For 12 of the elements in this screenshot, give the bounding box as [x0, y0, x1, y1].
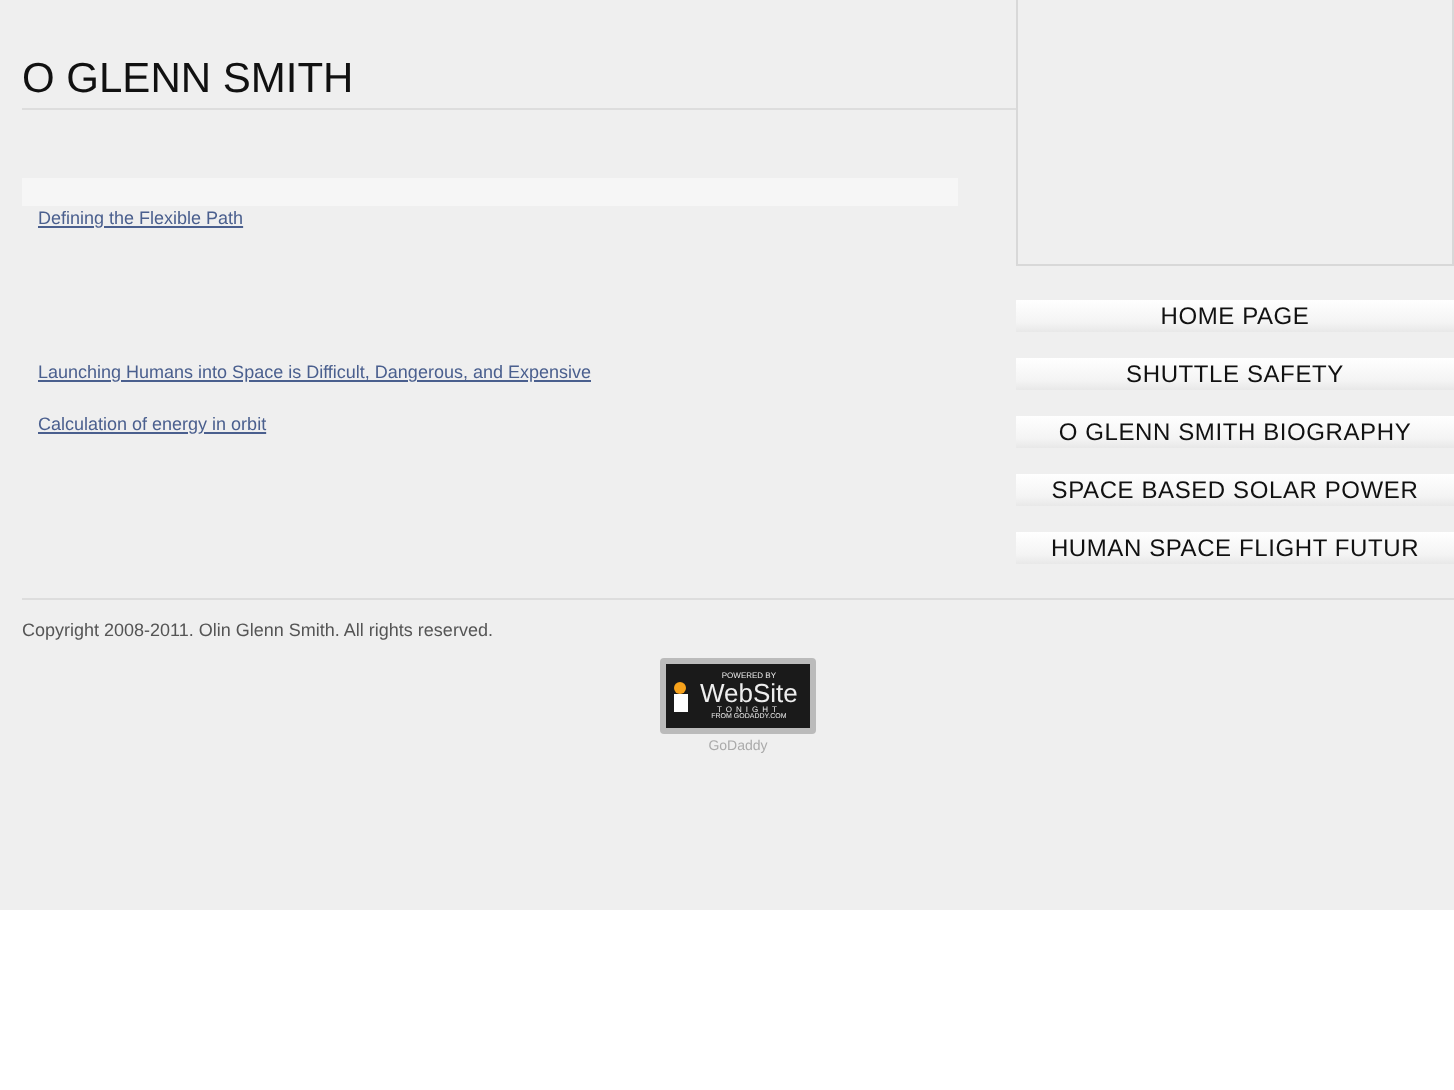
nav-button[interactable]: HUMAN SPACE FLIGHT FUTUR [1016, 532, 1454, 564]
article-link[interactable]: Calculation of energy in orbit [38, 414, 267, 436]
nav-button[interactable]: SPACE BASED SOLAR POWER [1016, 474, 1454, 506]
nav-button[interactable]: HOME PAGE [1016, 300, 1454, 332]
article-link[interactable]: Launching Humans into Space is Difficult, Dangerous, and Expensive [38, 362, 591, 384]
site-title: O GLENN SMITH [22, 56, 354, 104]
badge-main-text: WebSite [700, 679, 798, 706]
nav-button[interactable]: SHUTTLE SAFETY [1016, 358, 1454, 390]
copyright-text: Copyright 2008-2011. Olin Glenn Smith. All rights reserved. [22, 620, 495, 640]
article-link[interactable]: Defining the Flexible Path [38, 208, 244, 230]
nav-button[interactable]: O GLENN SMITH BIOGRAPHY [1016, 416, 1454, 448]
mascot-icon [670, 678, 694, 714]
